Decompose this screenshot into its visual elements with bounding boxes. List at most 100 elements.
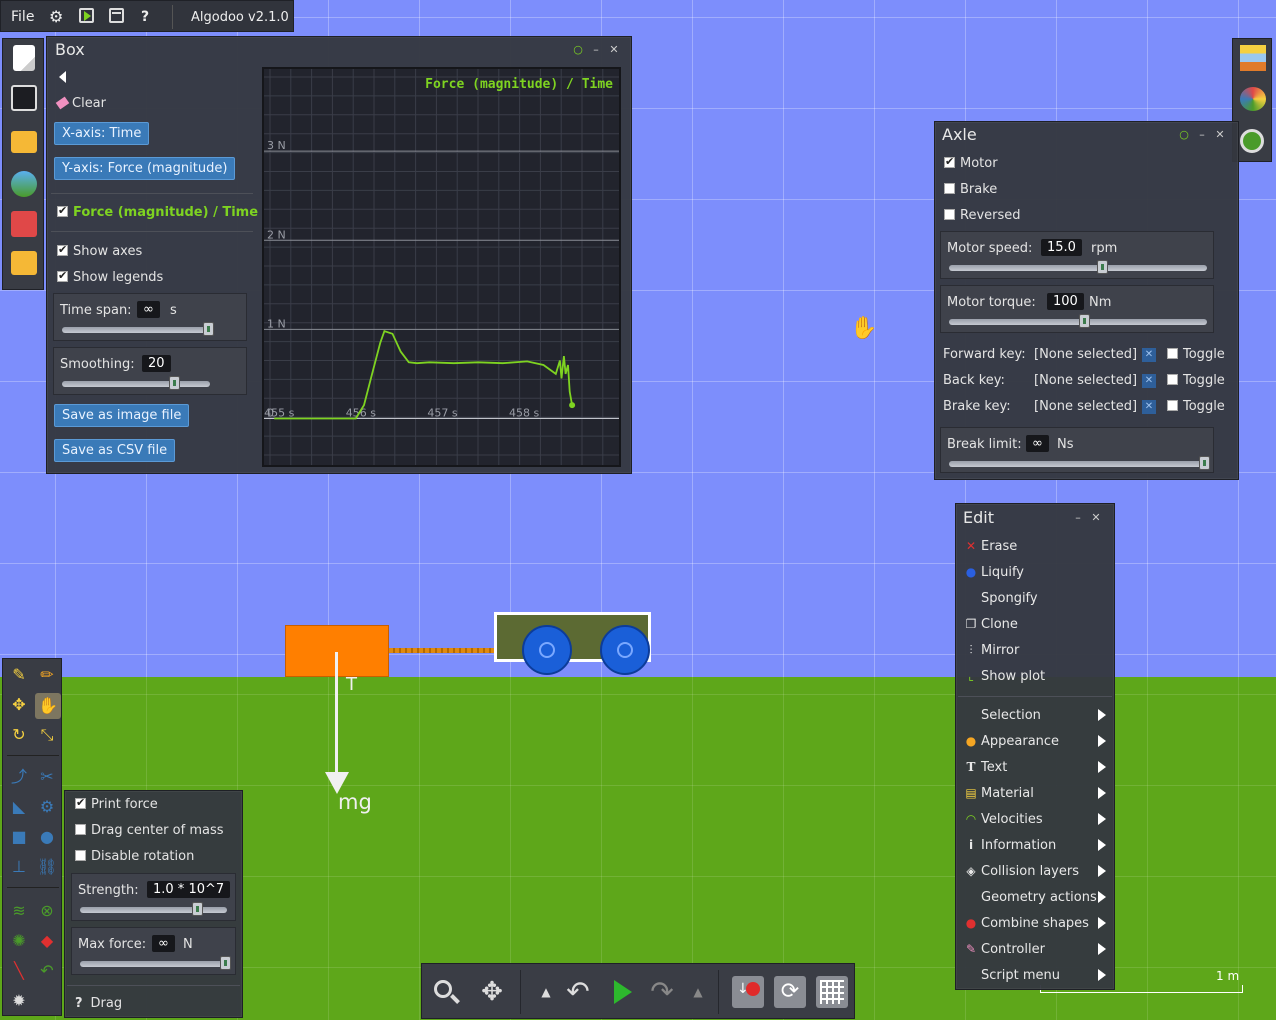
menu-combine-shapes[interactable]: ● Combine shapes <box>964 916 1114 931</box>
cart-wheel-left[interactable] <box>522 625 572 675</box>
pin-icon[interactable]: ○ <box>573 43 583 56</box>
motor-toggle[interactable]: Motor <box>944 155 998 171</box>
tracer-tool-icon[interactable]: ╲ <box>9 961 29 981</box>
file-menu[interactable]: File <box>11 9 34 25</box>
menu-erase[interactable]: ✕ Erase <box>964 539 1114 554</box>
show-legends-checkbox[interactable] <box>57 269 68 282</box>
pin-icon[interactable]: ○ <box>1179 128 1189 141</box>
brake-key-clear-icon[interactable]: ✕ <box>1142 400 1156 414</box>
menu-text[interactable]: T Text <box>964 760 1114 775</box>
brake-key-toggle[interactable]: Toggle <box>1167 399 1225 414</box>
motor-speed-slider[interactable] <box>949 260 1207 274</box>
motor-speed-value[interactable]: 15.0 <box>1041 239 1082 256</box>
menu-liquify[interactable]: ● Liquify <box>964 565 1114 580</box>
clear-button[interactable]: Clear <box>55 96 106 111</box>
menu-clone[interactable]: ❐ Clone <box>964 617 1114 632</box>
back-key-toggle[interactable]: Toggle <box>1167 373 1225 388</box>
series-checkbox[interactable] <box>57 204 68 217</box>
spring-tool-icon[interactable]: ≋ <box>9 901 29 921</box>
spiral-tool-icon[interactable]: ✹ <box>9 991 29 1011</box>
break-limit-slider-knob[interactable] <box>1199 456 1210 470</box>
show-legends-toggle[interactable]: Show legends <box>57 269 163 285</box>
show-axes-checkbox[interactable] <box>57 243 68 256</box>
strength-slider-knob[interactable] <box>192 902 203 916</box>
close-icon[interactable]: ✕ <box>1215 128 1225 141</box>
help-icon[interactable]: ? <box>141 9 149 25</box>
drag-help[interactable]: ? Drag <box>75 996 122 1011</box>
minimize-icon[interactable]: – <box>591 43 601 56</box>
menu-velocities[interactable]: ◠ Velocities <box>964 812 1114 827</box>
back-arrow-icon[interactable] <box>59 71 66 83</box>
brake-toggle-checkbox[interactable] <box>1167 400 1178 411</box>
menu-geometry-actions[interactable]: Geometry actions <box>964 890 1114 905</box>
disable-rotation-toggle[interactable]: Disable rotation <box>75 849 194 864</box>
minimize-icon[interactable]: – <box>1197 128 1207 141</box>
close-icon[interactable]: ✕ <box>1091 511 1101 524</box>
reversed-checkbox[interactable] <box>944 209 955 220</box>
gear-tool-icon[interactable]: ⚙ <box>37 797 57 817</box>
materials-icon[interactable] <box>1240 45 1266 71</box>
smoothing-value[interactable]: 20 <box>142 355 171 372</box>
zoom-to-scene-icon[interactable] <box>1240 129 1264 153</box>
brake-key-value[interactable]: [None selected] <box>1034 399 1137 414</box>
brake-checkbox[interactable] <box>944 183 955 194</box>
rotate-tool-icon[interactable]: ↻ <box>9 725 29 745</box>
brush-tool-icon[interactable]: ◣ <box>9 797 29 817</box>
menu-show-plot[interactable]: ⌞ Show plot <box>964 669 1114 684</box>
max-force-value[interactable]: ∞ <box>152 935 175 952</box>
scene-list-icon[interactable] <box>11 85 37 111</box>
forward-key-value[interactable]: [None selected] <box>1034 347 1137 362</box>
window-icon[interactable] <box>109 8 124 23</box>
phunlets-icon[interactable] <box>11 211 37 237</box>
back-key-value[interactable]: [None selected] <box>1034 373 1137 388</box>
chain-tool-icon[interactable]: ⛓ <box>37 857 57 877</box>
time-span-slider-knob[interactable] <box>203 322 214 336</box>
rope-tool-icon[interactable]: ⤴ <box>9 767 29 787</box>
reversed-toggle[interactable]: Reversed <box>944 208 1021 223</box>
smoothing-slider[interactable] <box>62 376 210 390</box>
max-force-slider-knob[interactable] <box>220 956 231 970</box>
menu-information[interactable]: i Information <box>964 838 1114 853</box>
undo-menu-arrow-icon[interactable]: ▲ <box>530 976 562 1008</box>
play-scene-icon[interactable] <box>79 8 94 23</box>
disable-rotation-checkbox[interactable] <box>75 850 86 861</box>
sketch-tool-icon[interactable]: ✎ <box>9 665 29 685</box>
browse-online-icon[interactable] <box>11 171 37 197</box>
forward-key-toggle[interactable]: Toggle <box>1167 347 1225 362</box>
max-force-slider[interactable] <box>80 956 231 970</box>
drag-center-toggle[interactable]: Drag center of mass <box>75 823 224 838</box>
new-scene-icon[interactable] <box>13 45 35 71</box>
lessons-icon[interactable] <box>11 251 37 275</box>
motor-speed-slider-knob[interactable] <box>1097 260 1108 274</box>
gravity-icon[interactable]: ↓ <box>732 976 764 1008</box>
open-folder-icon[interactable] <box>11 131 37 153</box>
zoom-icon[interactable] <box>430 976 462 1008</box>
menu-spongify[interactable]: Spongify <box>964 591 1114 606</box>
forward-toggle-checkbox[interactable] <box>1167 348 1178 359</box>
cut-tool-icon[interactable]: ✂ <box>37 767 57 787</box>
drag-center-checkbox[interactable] <box>75 824 86 835</box>
motor-torque-slider[interactable] <box>949 314 1207 328</box>
smoothing-slider-knob[interactable] <box>169 376 180 390</box>
menu-script-menu[interactable]: Script menu <box>964 968 1114 983</box>
air-friction-icon[interactable]: ⟳ <box>774 976 806 1008</box>
pencil-tool-icon[interactable]: ✏ <box>37 665 57 685</box>
series-toggle[interactable]: Force (magnitude) / Time <box>57 204 258 220</box>
back-key-clear-icon[interactable]: ✕ <box>1142 374 1156 388</box>
minimize-icon[interactable]: – <box>1073 511 1083 524</box>
thruster-tool-icon[interactable]: ◆ <box>37 931 57 951</box>
print-force-checkbox[interactable] <box>75 796 86 809</box>
box-tool-icon[interactable]: ■ <box>9 827 29 847</box>
plot-area[interactable]: 01 N2 N3 N 455 s 456 s 457 s 458 s Force (ma… <box>262 67 621 467</box>
axle-tool-icon[interactable]: ✺ <box>9 931 29 951</box>
print-force-toggle[interactable]: Print force <box>75 796 158 812</box>
fixate-tool-icon[interactable]: ⊗ <box>37 901 57 921</box>
break-limit-value[interactable]: ∞ <box>1026 435 1049 452</box>
menu-appearance[interactable]: ● Appearance <box>964 734 1114 749</box>
grid-icon[interactable] <box>816 976 848 1008</box>
undo-icon[interactable]: ↶ <box>562 976 594 1008</box>
circle-tool-icon[interactable]: ● <box>37 827 57 847</box>
plane-tool-icon[interactable]: ⊥ <box>9 857 29 877</box>
palette-icon[interactable] <box>1240 87 1266 111</box>
redo-icon[interactable]: ↷ <box>646 976 678 1008</box>
